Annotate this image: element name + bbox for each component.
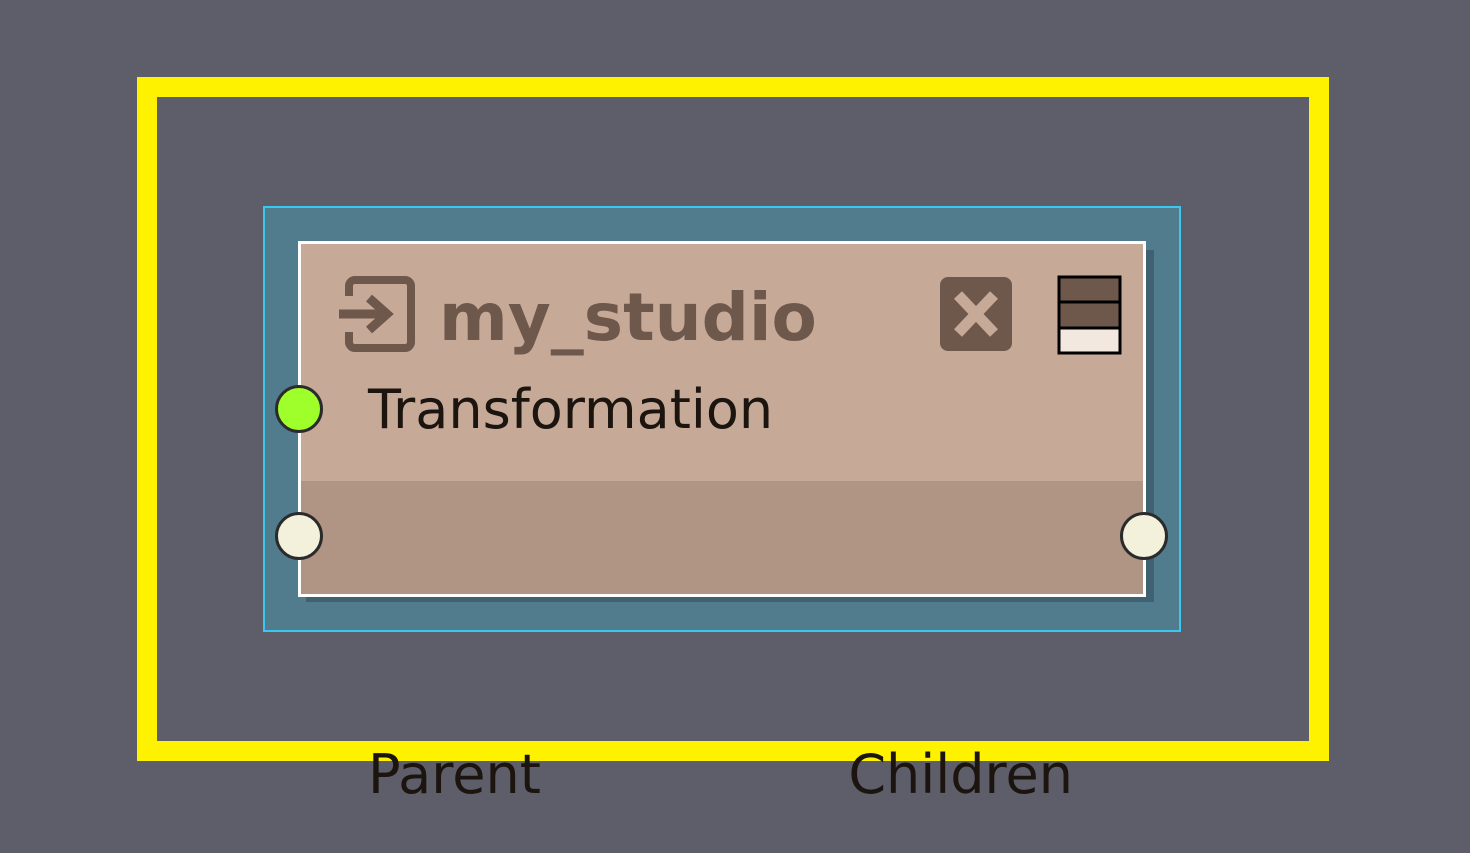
- port-label-parent: Parent: [368, 743, 541, 806]
- node-title: my_studio: [439, 279, 817, 356]
- close-icon[interactable]: [938, 275, 1014, 353]
- input-port-transformation[interactable]: [275, 385, 323, 433]
- node-port-row: Parent Children: [301, 481, 1143, 805]
- layers-menu-icon[interactable]: [1057, 275, 1122, 355]
- node-editor-canvas[interactable]: my_studio Transformation Parent Children: [0, 0, 1470, 853]
- input-port-parent[interactable]: [275, 512, 323, 560]
- output-port-children[interactable]: [1120, 512, 1168, 560]
- node-my-studio[interactable]: my_studio Transformation Parent Children: [298, 241, 1146, 805]
- port-label-transformation: Transformation: [368, 378, 774, 441]
- node-header[interactable]: my_studio Transformation: [301, 244, 1143, 481]
- input-arrow-icon: [337, 276, 415, 352]
- port-label-children: Children: [848, 743, 1073, 806]
